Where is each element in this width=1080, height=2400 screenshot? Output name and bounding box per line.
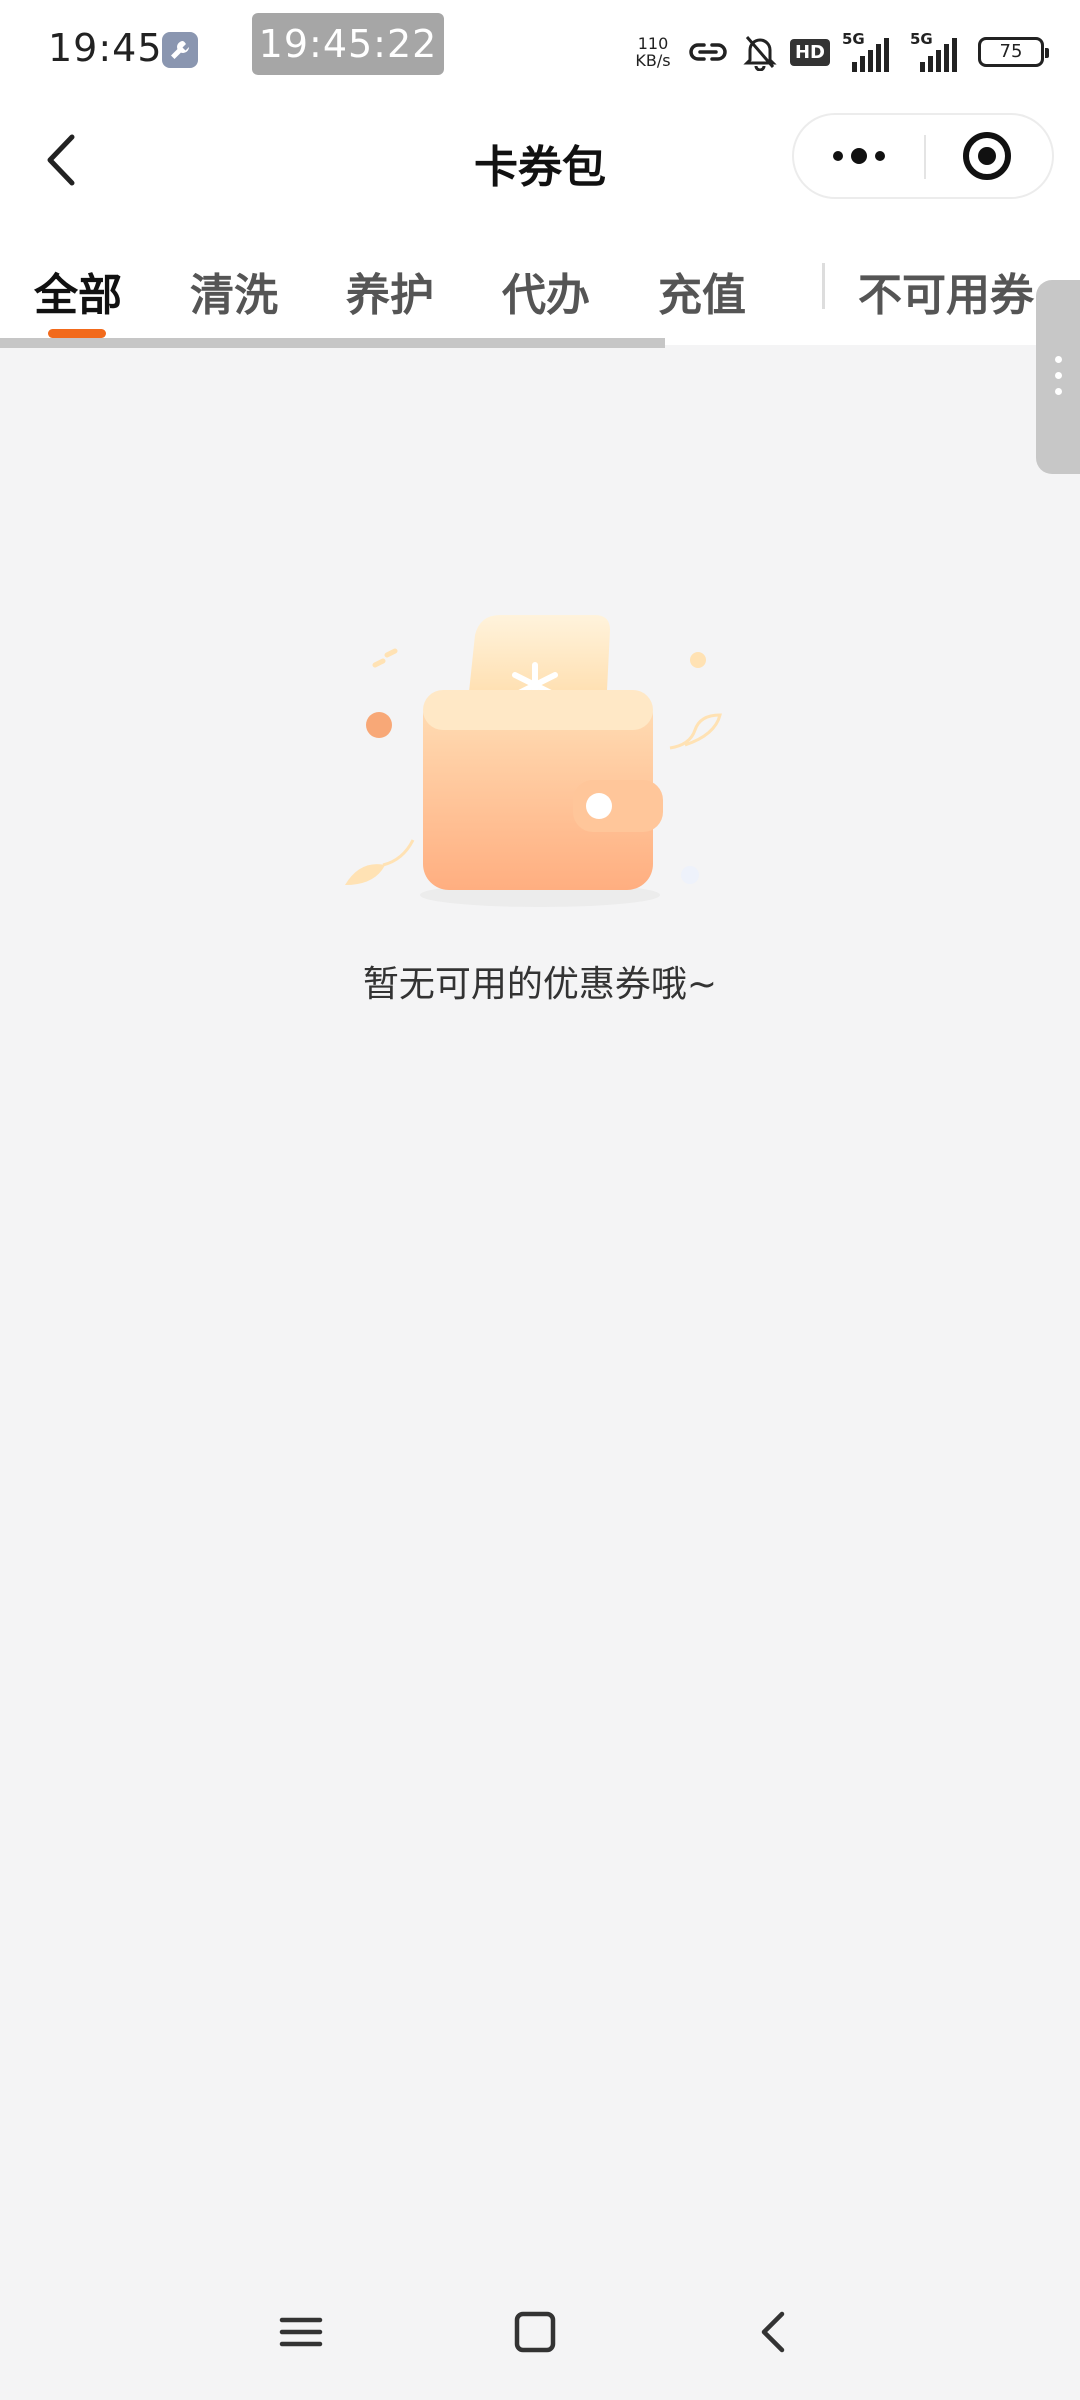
system-nav-bar — [0, 2262, 1080, 2400]
home-button[interactable] — [500, 2302, 570, 2362]
system-back-button[interactable] — [738, 2302, 808, 2362]
signal-sim2-icon: 5G — [910, 30, 966, 74]
wrench-icon — [162, 32, 198, 68]
hd-badge: HD — [789, 38, 830, 66]
network-speed: 110 KB/s — [632, 35, 674, 69]
status-icons: 110 KB/s HD 5G 5G 75 — [632, 28, 1049, 76]
tab-unavailable[interactable]: 不可用券 — [858, 259, 1034, 323]
tab-all[interactable]: 全部 — [34, 259, 122, 323]
nav-bar: 卡券包 — [0, 105, 1080, 215]
bell-muted-icon — [743, 36, 777, 71]
more-dots-icon — [833, 148, 885, 164]
tab-separator — [822, 263, 825, 309]
empty-state-message: 暂无可用的优惠券哦~ — [362, 964, 718, 1005]
menu-icon — [279, 2317, 323, 2347]
screen: 19:45 19:45:22 110 KB/s HD 5G 5G 75 卡券包 … — [0, 0, 1080, 2400]
close-miniprogram-button[interactable] — [926, 115, 1052, 197]
floating-side-handle[interactable] — [1036, 280, 1080, 474]
link-icon — [689, 43, 727, 61]
home-square-icon — [514, 2311, 556, 2353]
screen-recorder-timer[interactable]: 19:45:22 — [252, 13, 444, 75]
tab-agency[interactable]: 代办 — [502, 259, 590, 323]
recent-apps-button[interactable] — [266, 2302, 336, 2362]
active-tab-indicator — [48, 329, 106, 338]
tab-wash[interactable]: 清洗 — [190, 259, 278, 323]
status-time: 19:45 — [48, 26, 163, 70]
tab-recharge[interactable]: 充值 — [658, 259, 746, 323]
more-button[interactable] — [794, 115, 924, 197]
tab-bar: 全部 清洗 养护 代办 充值 不可用券 — [0, 215, 1080, 345]
tab-maintenance[interactable]: 养护 — [346, 259, 434, 323]
wallet-with-coupon-icon — [345, 615, 722, 907]
target-close-icon — [963, 132, 1011, 180]
back-chevron-icon — [761, 2311, 785, 2353]
tab-scroll-indicator — [0, 338, 665, 348]
network-speed-value: 110 — [637, 34, 669, 53]
network-speed-unit: KB/s — [635, 51, 671, 70]
battery-icon: 75 — [978, 37, 1049, 67]
miniprogram-capsule — [792, 113, 1054, 199]
signal-sim1-icon: 5G — [842, 30, 898, 74]
status-bar: 19:45 19:45:22 110 KB/s HD 5G 5G 75 — [0, 0, 1080, 105]
